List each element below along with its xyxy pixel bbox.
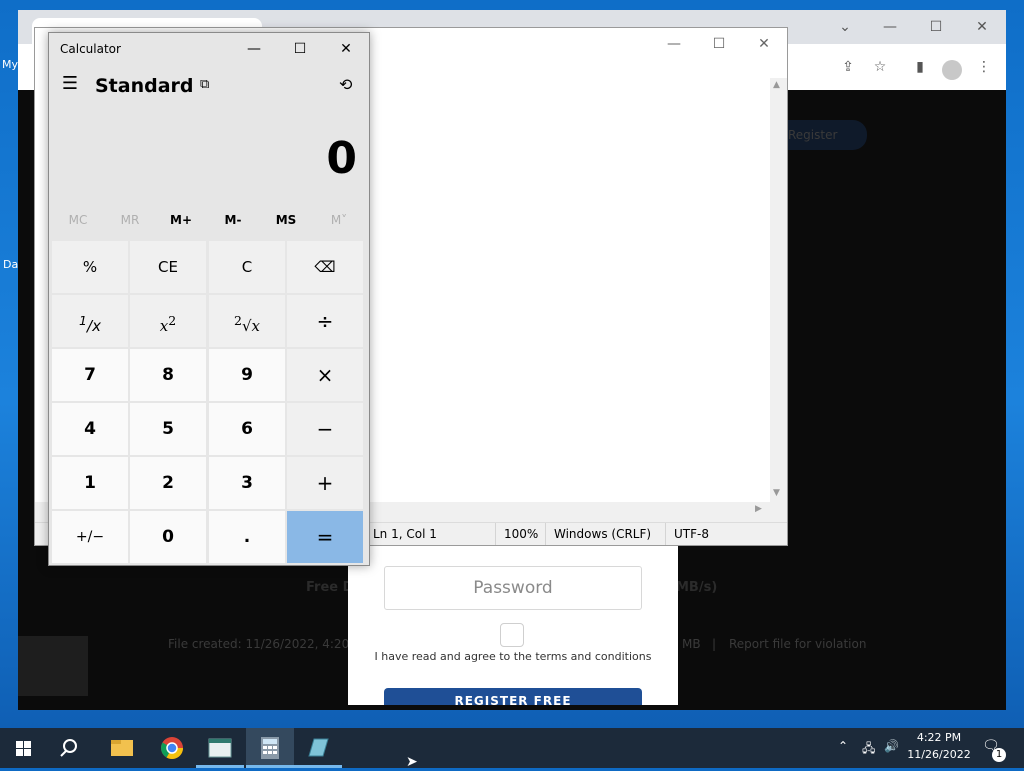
calculator-task-icon[interactable]	[246, 728, 294, 768]
register-form: Password I have read and agree to the te…	[348, 543, 678, 705]
plus-icon[interactable]: +	[287, 457, 363, 509]
notepad-task-icon[interactable]	[196, 728, 244, 768]
side-panel-icon[interactable]: ▮	[900, 52, 940, 82]
memory-add-button[interactable]: M+	[155, 213, 207, 227]
desktop-icon-label[interactable]: Da	[3, 258, 18, 271]
minimize-icon[interactable]: —	[870, 12, 910, 42]
memory-subtract-button[interactable]: M-	[207, 213, 259, 227]
calculator-window: Calculator — ☐ ✕ ☰ Standard ⧉ ⟲ 0 MC MR …	[48, 32, 370, 566]
digit-9-button[interactable]: 9	[209, 349, 285, 401]
encoding: UTF-8	[665, 523, 784, 545]
profile-avatar-icon[interactable]	[942, 60, 962, 80]
decimal-button[interactable]: .	[209, 511, 285, 563]
network-icon[interactable]: 🖧	[862, 739, 875, 760]
digit-6-button[interactable]: 6	[209, 403, 285, 455]
zoom-level: 100%	[495, 523, 548, 545]
close-icon[interactable]: ✕	[323, 33, 369, 65]
free-download-label[interactable]: Free D	[306, 580, 353, 595]
window-title: Calculator	[60, 42, 121, 56]
password-field[interactable]: Password	[384, 566, 642, 610]
windows-logo-icon	[16, 741, 31, 756]
scroll-right-icon[interactable]: ▶	[755, 504, 762, 514]
notification-badge: 1	[992, 748, 1006, 762]
register-free-button[interactable]: REGISTER FREE	[384, 688, 642, 705]
hamburger-menu-icon[interactable]: ☰	[59, 73, 81, 97]
multiply-icon[interactable]: ×	[287, 349, 363, 401]
minimize-icon[interactable]: —	[231, 33, 277, 65]
minus-icon[interactable]: −	[287, 403, 363, 455]
digit-8-button[interactable]: 8	[130, 349, 206, 401]
tab-search-icon[interactable]: ⌄	[825, 12, 865, 42]
desktop-icon-label[interactable]: My	[2, 58, 18, 71]
menu-kebab-icon[interactable]: ⋮	[964, 52, 1004, 82]
file-explorer-icon[interactable]	[98, 728, 146, 768]
minimize-icon[interactable]: —	[651, 28, 697, 60]
memory-list-button[interactable]: M˅	[313, 213, 365, 227]
backspace-icon[interactable]: ⌫	[287, 241, 363, 293]
digit-1-button[interactable]: 1	[52, 457, 128, 509]
terms-label: I have read and agree to the terms and c…	[374, 650, 652, 663]
file-created-text: File created: 11/26/2022, 4:20:0	[168, 637, 361, 651]
cursor-position: Ln 1, Col 1	[373, 527, 437, 541]
clear-button[interactable]: C	[209, 241, 285, 293]
reciprocal-button[interactable]: 1/x	[52, 295, 128, 347]
app-task-icon[interactable]	[294, 728, 342, 768]
volume-icon[interactable]: 🔊	[884, 739, 899, 753]
clock-time[interactable]: 4:22 PM	[906, 731, 972, 744]
digit-4-button[interactable]: 4	[52, 403, 128, 455]
divide-icon[interactable]: ÷	[287, 295, 363, 347]
start-button[interactable]	[0, 728, 48, 768]
clock-date[interactable]: 11/26/2022	[906, 748, 972, 761]
scroll-down-icon[interactable]: ▼	[773, 488, 780, 498]
memory-store-button[interactable]: MS	[260, 213, 312, 227]
chrome-icon[interactable]	[148, 728, 196, 768]
clear-entry-button[interactable]: CE	[130, 241, 206, 293]
line-ending: Windows (CRLF)	[545, 523, 666, 545]
digit-2-button[interactable]: 2	[130, 457, 206, 509]
close-icon[interactable]: ✕	[962, 12, 1002, 42]
memory-recall-button[interactable]: MR	[104, 213, 156, 227]
square-button[interactable]: x2	[130, 295, 206, 347]
scroll-up-icon[interactable]: ▲	[773, 80, 780, 90]
maximize-icon[interactable]: ☐	[916, 12, 956, 42]
download-speed-label: MB/s)	[676, 580, 718, 595]
close-icon[interactable]: ✕	[741, 28, 787, 60]
maximize-icon[interactable]: ☐	[277, 33, 323, 65]
history-icon[interactable]: ⟲	[339, 75, 352, 94]
search-icon[interactable]	[48, 728, 96, 768]
chevron-up-icon[interactable]: ⌃	[838, 739, 848, 753]
equals-icon[interactable]: =	[287, 511, 363, 563]
maximize-icon[interactable]: ☐	[696, 28, 742, 60]
taskbar: ➤ ⌃ 🖧 🔊 4:22 PM 11/26/2022 🗨 1	[0, 728, 1024, 770]
memory-clear-button[interactable]: MC	[52, 213, 104, 227]
square-root-button[interactable]: 2√x	[209, 295, 285, 347]
recaptcha-badge[interactable]	[18, 636, 88, 696]
digit-0-button[interactable]: 0	[130, 511, 206, 563]
digit-7-button[interactable]: 7	[52, 349, 128, 401]
digit-3-button[interactable]: 3	[209, 457, 285, 509]
percent-button[interactable]: %	[52, 241, 128, 293]
terms-checkbox[interactable]	[500, 623, 524, 647]
digit-5-button[interactable]: 5	[130, 403, 206, 455]
negate-button[interactable]: +/−	[52, 511, 128, 563]
calculator-mode: Standard	[95, 75, 194, 97]
calculator-display: 0	[326, 133, 357, 184]
vertical-scrollbar[interactable]: ▲ ▼	[770, 78, 787, 503]
keep-on-top-icon[interactable]: ⧉	[200, 77, 209, 92]
file-size-text: MB	[682, 637, 701, 651]
bookmark-star-icon[interactable]: ☆	[860, 52, 900, 82]
calculator-titlebar: Calculator — ☐ ✕	[49, 33, 369, 65]
separator: |	[712, 637, 717, 651]
report-link[interactable]: Report file for violation	[729, 637, 866, 651]
